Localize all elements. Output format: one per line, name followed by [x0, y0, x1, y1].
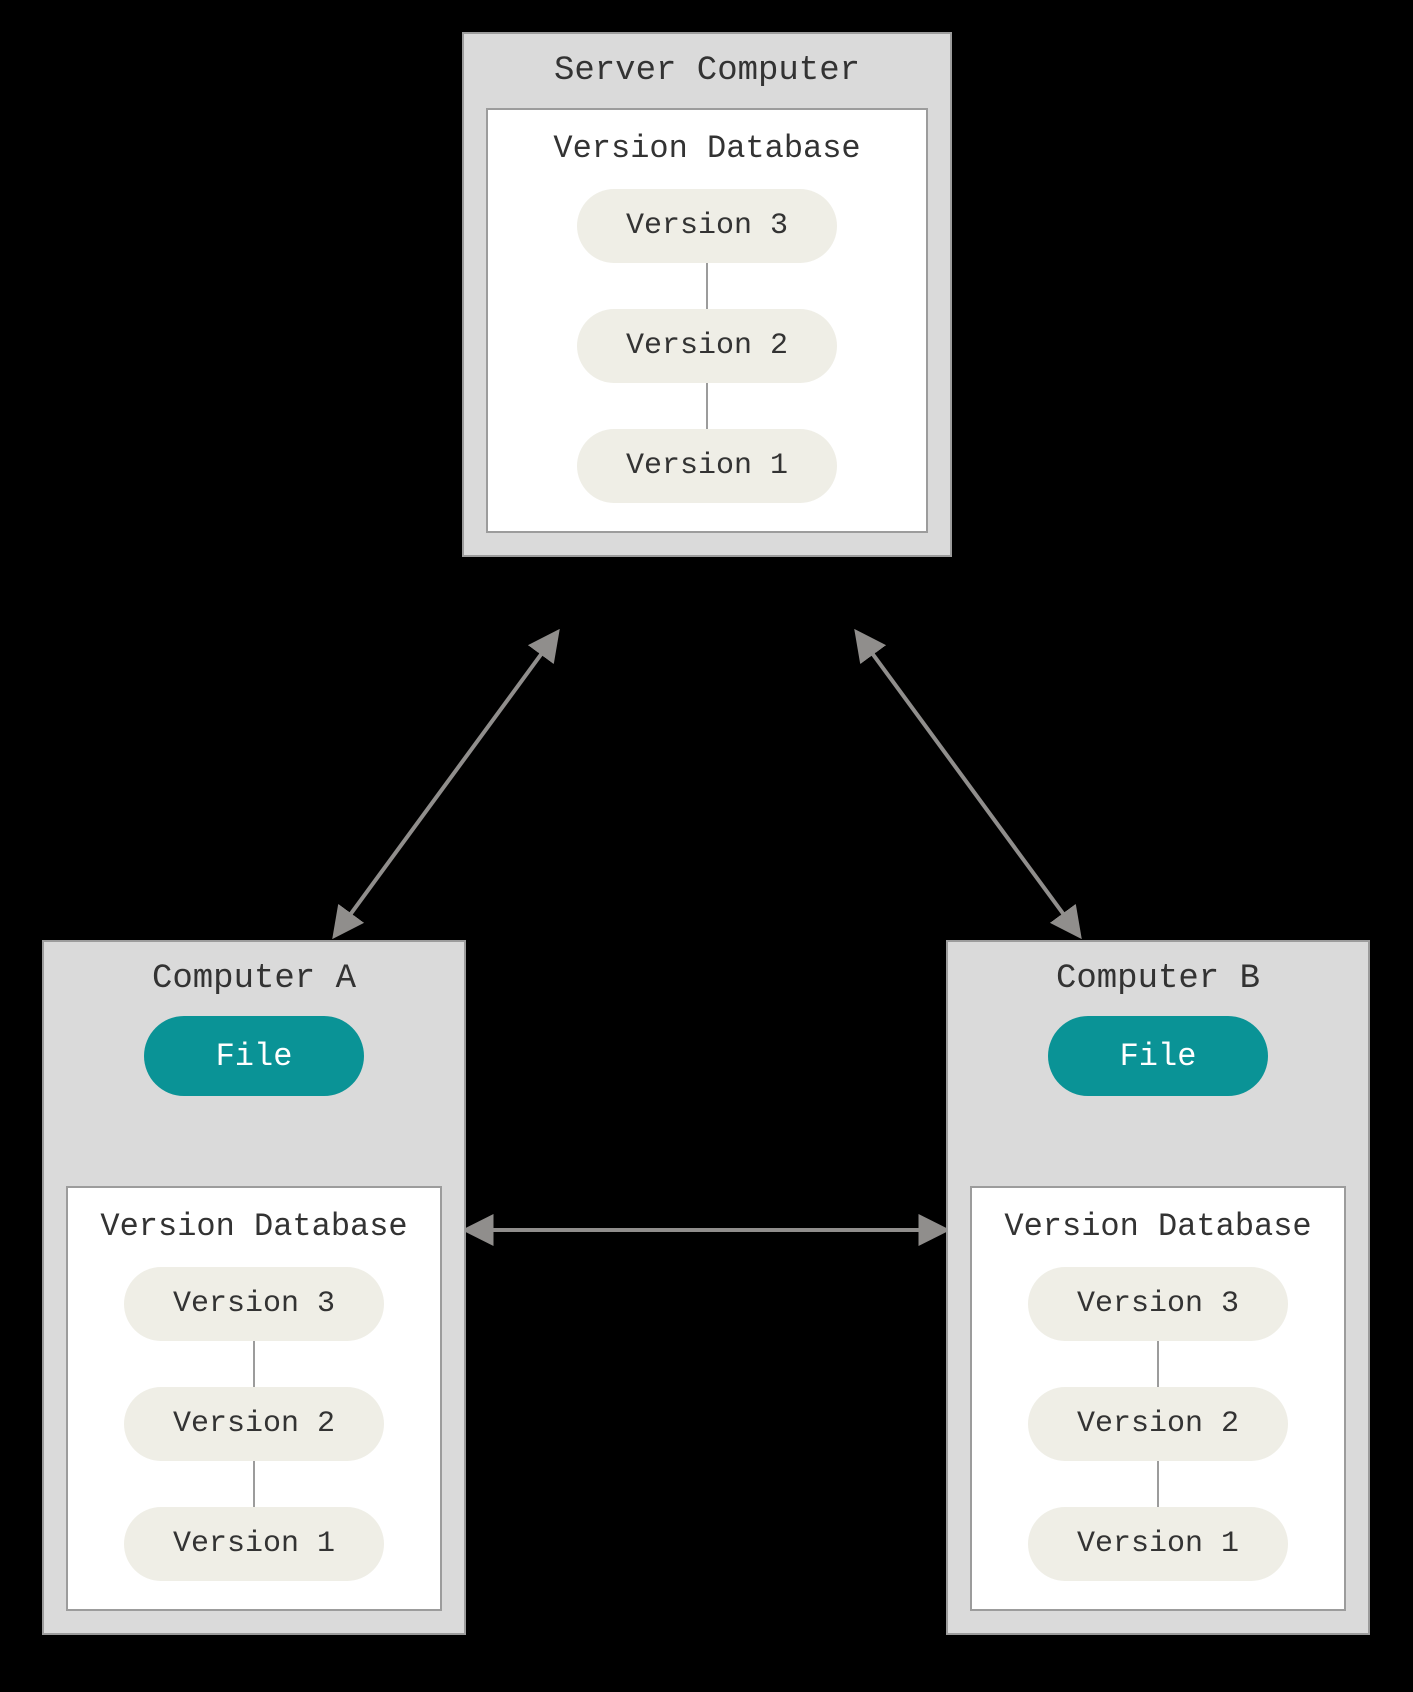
server-box: Server Computer Version Database Version… — [462, 32, 952, 557]
version-connector — [1157, 1461, 1159, 1507]
client-b-title: Computer B — [948, 960, 1368, 998]
arrow-server-to-a — [336, 634, 556, 934]
version-pill: Version 1 — [577, 429, 837, 503]
version-connector — [253, 1341, 255, 1387]
version-pill: Version 1 — [124, 1507, 384, 1581]
client-a-db: Version Database Version 3 Version 2 Ver… — [66, 1186, 442, 1611]
version-pill: Version 2 — [124, 1387, 384, 1461]
file-pill: File — [1048, 1016, 1268, 1096]
version-connector — [1157, 1341, 1159, 1387]
version-pill: Version 3 — [124, 1267, 384, 1341]
version-pill: Version 2 — [577, 309, 837, 383]
version-pill: Version 3 — [577, 189, 837, 263]
client-a-db-title: Version Database — [68, 1208, 440, 1245]
version-connector — [706, 383, 708, 429]
version-connector — [253, 1461, 255, 1507]
client-b-db: Version Database Version 3 Version 2 Ver… — [970, 1186, 1346, 1611]
server-db: Version Database Version 3 Version 2 Ver… — [486, 108, 928, 533]
version-pill: Version 1 — [1028, 1507, 1288, 1581]
server-db-title: Version Database — [488, 130, 926, 167]
server-title: Server Computer — [464, 52, 950, 90]
file-pill: File — [144, 1016, 364, 1096]
arrow-server-to-b — [858, 634, 1078, 934]
client-a-title: Computer A — [44, 960, 464, 998]
version-pill: Version 3 — [1028, 1267, 1288, 1341]
client-b-box: Computer B File Version Database Version… — [946, 940, 1370, 1635]
client-b-db-title: Version Database — [972, 1208, 1344, 1245]
client-a-box: Computer A File Version Database Version… — [42, 940, 466, 1635]
version-connector — [706, 263, 708, 309]
version-pill: Version 2 — [1028, 1387, 1288, 1461]
